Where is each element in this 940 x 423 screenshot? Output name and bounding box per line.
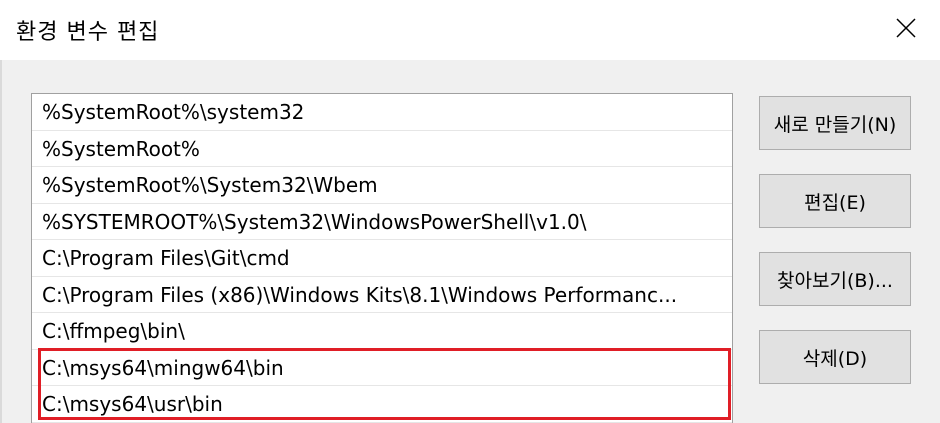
close-icon	[896, 18, 916, 38]
browse-button[interactable]: 찾아보기(B)...	[759, 252, 911, 306]
close-button[interactable]	[880, 8, 932, 48]
list-item[interactable]: C:\msys64\usr\bin	[32, 386, 732, 423]
window-title: 환경 변수 편집	[16, 20, 160, 45]
list-item[interactable]: C:\ffmpeg\bin\	[32, 313, 732, 350]
list-item[interactable]: %SYSTEMROOT%\System32\WindowsPowerShell\…	[32, 204, 732, 240]
list-item[interactable]: C:\msys64\mingw64\bin	[32, 350, 732, 386]
delete-button[interactable]: 삭제(D)	[759, 330, 911, 384]
edit-button[interactable]: 편집(E)	[759, 174, 911, 228]
list-item[interactable]: C:\Program Files\Git\cmd	[32, 240, 732, 277]
list-item[interactable]: C:\Program Files (x86)\Windows Kits\8.1\…	[32, 277, 732, 313]
title-bar: 환경 변수 편집	[0, 0, 940, 60]
new-button[interactable]: 새로 만들기(N)	[759, 96, 911, 150]
dialog-border	[0, 60, 2, 423]
list-item[interactable]: %SystemRoot%\system32	[32, 94, 732, 131]
list-item[interactable]: %SystemRoot%	[32, 131, 732, 167]
path-list[interactable]: %SystemRoot%\system32 %SystemRoot% %Syst…	[31, 93, 733, 423]
list-item[interactable]: %SystemRoot%\System32\Wbem	[32, 167, 732, 204]
